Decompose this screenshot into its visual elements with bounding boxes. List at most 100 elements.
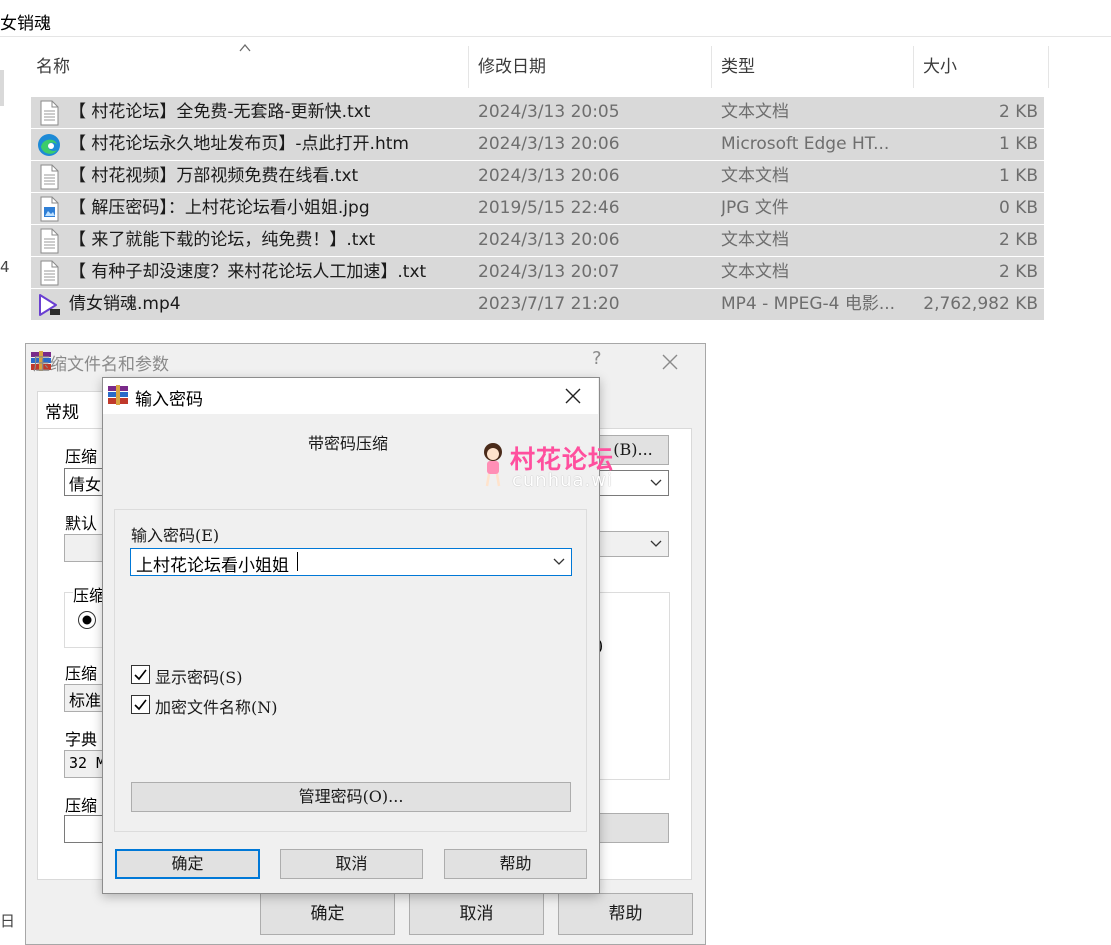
- column-divider[interactable]: [711, 46, 712, 88]
- column-divider[interactable]: [468, 46, 469, 88]
- help-button[interactable]: ?: [592, 348, 602, 369]
- encrypt-filenames-checkbox[interactable]: [131, 695, 150, 714]
- profile-button[interactable]: [64, 534, 106, 562]
- file-name: 【 村花论坛永久地址发布页】-点此打开.htm: [69, 134, 409, 154]
- password-button[interactable]: [597, 813, 669, 843]
- ok-button-label: 确定: [310, 904, 345, 924]
- file-date: 2024/3/13 20:06: [478, 134, 620, 154]
- watermark-subtext: cunhua.wi: [512, 470, 614, 491]
- dialog-title: 输入密码: [135, 390, 203, 410]
- column-divider[interactable]: [913, 46, 914, 88]
- help-button[interactable]: 帮助: [558, 893, 693, 935]
- split-volume-field[interactable]: [64, 815, 106, 843]
- archive-format-label: 压缩: [73, 582, 106, 606]
- compression-method-select[interactable]: 标准: [64, 684, 106, 712]
- girl-mascot-icon: [484, 443, 502, 487]
- dictionary-size-value: 32 M: [69, 754, 106, 772]
- cancel-button[interactable]: 取消: [280, 849, 423, 879]
- text-caret: [297, 552, 298, 571]
- text-file-icon: [40, 228, 59, 254]
- column-header-name[interactable]: 名称: [36, 46, 70, 88]
- archive-options-group: [597, 592, 670, 780]
- chevron-down-icon: [650, 540, 662, 547]
- sort-ascending-icon: [239, 43, 251, 52]
- text-file-icon: [40, 260, 59, 286]
- file-type: 文本文档: [721, 166, 789, 186]
- show-password-label[interactable]: 显示密码(S): [155, 664, 242, 688]
- radio-selected-icon[interactable]: [77, 610, 97, 630]
- close-icon[interactable]: [563, 386, 583, 406]
- text-file-icon: [40, 164, 59, 190]
- file-date: 2024/3/13 20:07: [478, 262, 620, 282]
- file-type: Microsoft Edge HT...: [721, 134, 890, 154]
- file-name: 【 有种子却没速度？来村花论坛人工加速】.txt: [69, 262, 427, 282]
- file-type: MP4 - MPEG-4 电影...: [721, 294, 896, 314]
- address-bar[interactable]: [0, 0, 1111, 37]
- file-name: 【 来了就能下载的论坛，纯免费！】.txt: [69, 230, 376, 250]
- cancel-button-label: 取消: [459, 904, 494, 924]
- nav-pane-fragment: 4: [0, 258, 10, 276]
- file-row[interactable]: 【 解压密码】：上村花论坛看小姐姐.jpg 2019/5/15 22:46 JP…: [31, 193, 1044, 224]
- file-size: 0 KB: [998, 198, 1038, 218]
- file-date: 2024/3/13 20:06: [478, 230, 620, 250]
- dialog-heading: 带密码压缩: [308, 434, 389, 453]
- file-row[interactable]: 【 村花论坛永久地址发布页】-点此打开.htm 2024/3/13 20:06 …: [31, 129, 1044, 160]
- archive-name-field[interactable]: 倩女: [64, 468, 106, 496]
- file-size: 2,762,982 KB: [923, 294, 1038, 314]
- ok-button[interactable]: 确定: [260, 893, 395, 935]
- file-size: 2 KB: [998, 230, 1038, 250]
- dialog-title: 压缩文件名和参数: [33, 355, 169, 375]
- tab-general-label: 常规: [45, 403, 79, 423]
- show-password-checkbox[interactable]: [131, 665, 150, 684]
- ok-button[interactable]: 确定: [115, 849, 260, 879]
- manage-passwords-button[interactable]: 管理密码(O)...: [131, 782, 571, 812]
- chevron-down-icon: [650, 479, 662, 486]
- file-name: 【 村花视频】万部视频免费在线看.txt: [69, 166, 359, 186]
- cancel-button-label: 取消: [335, 854, 368, 873]
- password-label: 输入密码(E): [131, 526, 220, 545]
- file-date: 2024/3/13 20:06: [478, 166, 620, 186]
- file-row[interactable]: 【 村花论坛】全免费-无套路-更新快.txt 2024/3/13 20:05 文…: [31, 97, 1044, 128]
- browse-button-label: (B)...: [613, 440, 653, 459]
- file-size: 1 KB: [998, 166, 1038, 186]
- edge-icon: [38, 134, 60, 156]
- column-divider[interactable]: [1048, 46, 1049, 88]
- help-button-label: 帮助: [608, 904, 643, 924]
- file-name: 倩女销魂.mp4: [69, 294, 181, 314]
- video-file-icon: [39, 294, 60, 316]
- encrypt-filenames-label[interactable]: 加密文件名称(N): [155, 694, 278, 718]
- close-icon[interactable]: [660, 352, 680, 372]
- update-mode-select[interactable]: [597, 531, 669, 557]
- file-type: 文本文档: [721, 262, 789, 282]
- help-button[interactable]: 帮助: [444, 849, 587, 879]
- file-name: 【 解压密码】：上村花论坛看小姐姐.jpg: [69, 198, 370, 218]
- chevron-down-icon[interactable]: [553, 558, 565, 566]
- password-combo[interactable]: 上村花论坛看小姐姐: [130, 548, 572, 576]
- ok-button-label: 确定: [171, 854, 204, 873]
- file-size: 1 KB: [998, 134, 1038, 154]
- nav-pane-edge: [0, 70, 4, 106]
- file-row[interactable]: 倩女销魂.mp4 2023/7/17 21:20 MP4 - MPEG-4 电影…: [31, 289, 1044, 320]
- file-row[interactable]: 【 来了就能下载的论坛，纯免费！】.txt 2024/3/13 20:06 文本…: [31, 225, 1044, 256]
- cancel-button[interactable]: 取消: [409, 893, 544, 935]
- file-type: 文本文档: [721, 230, 789, 250]
- text-file-icon: [40, 100, 59, 126]
- file-date: 2019/5/15 22:46: [478, 198, 620, 218]
- file-date: 2023/7/17 21:20: [478, 294, 620, 314]
- compression-method-label: 压缩: [65, 664, 98, 683]
- file-size: 2 KB: [998, 262, 1038, 282]
- dictionary-size-label: 字典: [65, 730, 98, 749]
- column-header-date[interactable]: 修改日期: [478, 46, 546, 88]
- column-header-size[interactable]: 大小: [923, 46, 957, 88]
- column-header-type[interactable]: 类型: [721, 46, 755, 88]
- compression-method-value: 标准: [69, 691, 102, 710]
- help-button-label: 帮助: [499, 854, 532, 873]
- file-size: 2 KB: [998, 102, 1038, 122]
- file-date: 2024/3/13 20:05: [478, 102, 620, 122]
- file-row[interactable]: 【 有种子却没速度？来村花论坛人工加速】.txt 2024/3/13 20:07…: [31, 257, 1044, 288]
- archive-name-value: 倩女: [69, 475, 102, 494]
- default-profile-label: 默认: [65, 514, 98, 533]
- dictionary-size-select[interactable]: 32 M: [64, 750, 106, 778]
- file-type: JPG 文件: [721, 198, 789, 218]
- file-row[interactable]: 【 村花视频】万部视频免费在线看.txt 2024/3/13 20:06 文本文…: [31, 161, 1044, 192]
